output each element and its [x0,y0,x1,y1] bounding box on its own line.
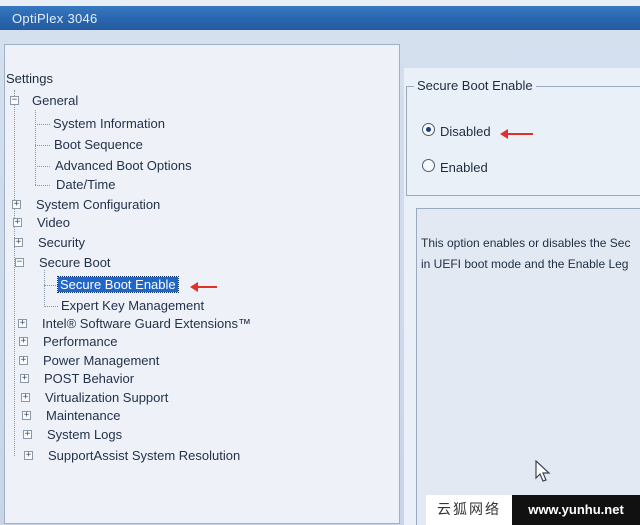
description-line: in UEFI boot mode and the Enable Leg [421,257,629,271]
tree-root-settings[interactable]: Settings [6,71,53,86]
expand-icon[interactable]: + [23,430,32,439]
expand-icon[interactable]: + [14,238,23,247]
expand-icon[interactable]: + [13,218,22,227]
secure-boot-enable-groupbox [406,86,640,196]
tree-item-intel-sgx[interactable]: Intel® Software Guard Extensions™ [42,316,251,331]
expand-icon[interactable]: + [22,411,31,420]
collapse-icon[interactable]: − [15,258,24,267]
watermark-left-text: 云狐网络 [426,495,512,525]
top-strip [0,0,640,6]
radio-disabled[interactable] [422,123,435,136]
tree-line [14,90,15,456]
radio-enabled-label[interactable]: Enabled [440,160,488,175]
tree-line [35,145,50,146]
expand-icon[interactable]: + [19,337,28,346]
mouse-cursor-icon [535,460,551,482]
expand-icon[interactable]: + [21,393,30,402]
annotation-arrow [500,129,533,139]
tree-item-system-information[interactable]: System Information [53,116,165,131]
tree-line [44,270,45,307]
annotation-arrow [190,282,217,292]
tree-item-system-configuration[interactable]: System Configuration [36,197,160,212]
tree-line [44,285,58,286]
watermark-url: www.yunhu.net [512,495,640,525]
tree-item-date-time[interactable]: Date/Time [56,177,115,192]
description-line: This option enables or disables the Sec [421,236,631,250]
expand-icon[interactable]: + [12,200,21,209]
tree-item-maintenance[interactable]: Maintenance [46,408,120,423]
tree-item-virtualization-support[interactable]: Virtualization Support [45,390,168,405]
tree-item-advanced-boot-options[interactable]: Advanced Boot Options [55,158,192,173]
tree-item-post-behavior[interactable]: POST Behavior [44,371,134,386]
tree-item-secure-boot[interactable]: Secure Boot [39,255,111,270]
tree-item-expert-key-management[interactable]: Expert Key Management [61,298,204,313]
tree-line [35,110,36,185]
tree-line [44,306,58,307]
radio-disabled-label[interactable]: Disabled [440,124,491,139]
tree-line [35,124,50,125]
watermark: 云狐网络 www.yunhu.net [426,495,640,525]
collapse-icon[interactable]: − [10,96,19,105]
tree-line [35,185,50,186]
window-titlebar: OptiPlex 3046 [0,0,640,30]
description-text: This option enables or disables the Sec … [421,233,640,275]
tree-item-system-logs[interactable]: System Logs [47,427,122,442]
expand-icon[interactable]: + [20,374,29,383]
expand-icon[interactable]: + [18,319,27,328]
tree-item-boot-sequence[interactable]: Boot Sequence [54,137,143,152]
tree-item-secure-boot-enable[interactable]: Secure Boot Enable [57,276,179,293]
expand-icon[interactable]: + [24,451,33,460]
tree-line [35,166,50,167]
tree-item-supportassist[interactable]: SupportAssist System Resolution [48,448,240,463]
tree-item-security[interactable]: Security [38,235,85,250]
tree-item-performance[interactable]: Performance [43,334,117,349]
group-title: Secure Boot Enable [414,78,536,93]
tree-item-power-management[interactable]: Power Management [43,353,159,368]
tree-item-video[interactable]: Video [37,215,70,230]
window-title: OptiPlex 3046 [12,11,98,26]
expand-icon[interactable]: + [19,356,28,365]
tree-item-general[interactable]: General [32,93,78,108]
radio-enabled[interactable] [422,159,435,172]
